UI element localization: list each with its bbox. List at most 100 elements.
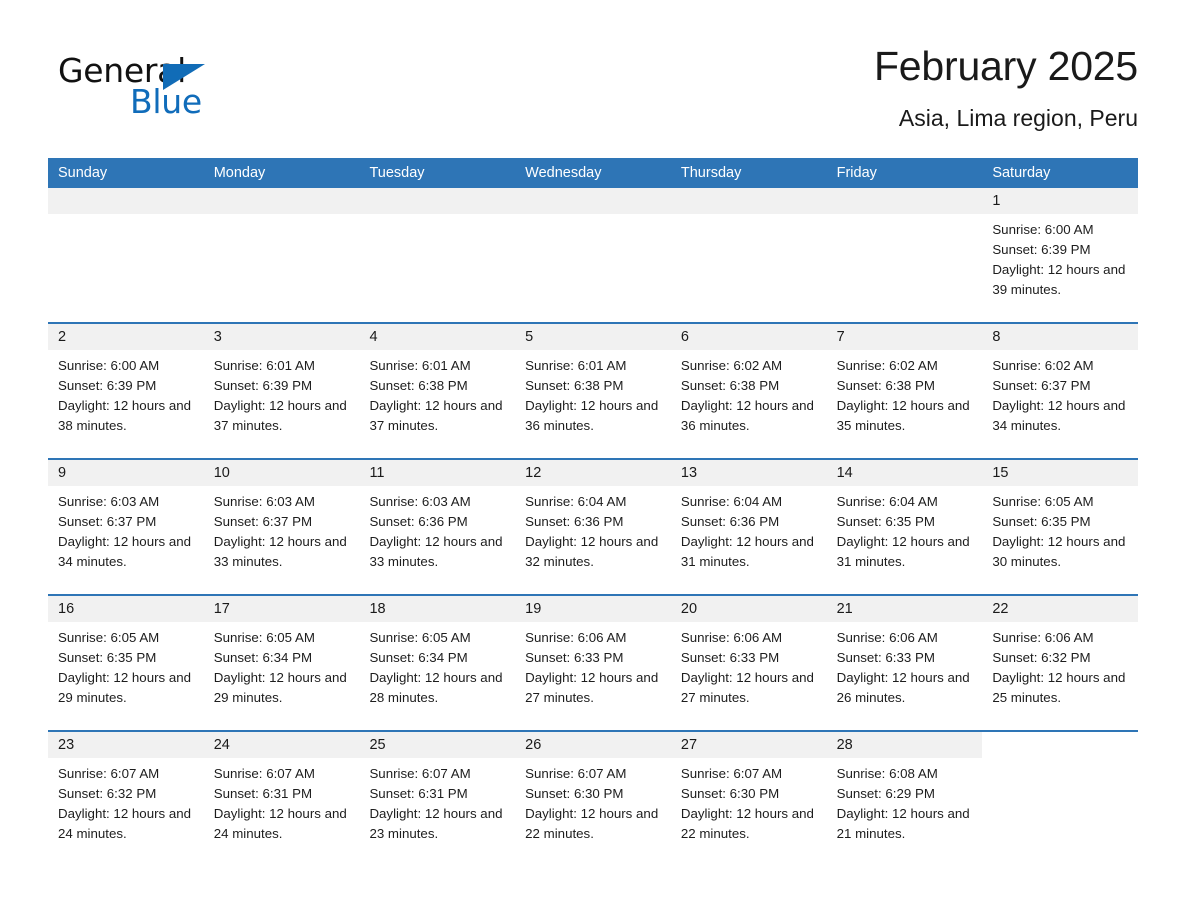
weekday-header-thursday: Thursday	[680, 165, 742, 181]
calendar-day-cell[interactable]: 13 Sunrise: 6:04 AM Sunset: 6:36 PM Dayligh…	[670, 460, 827, 594]
calendar-day-cell[interactable]: 19 Sunrise: 6:06 AM Sunset: 6:33 PM Dayligh…	[515, 596, 671, 730]
sunset-text: Sunset: 6:38 PM	[525, 378, 624, 393]
day-number	[203, 188, 360, 214]
calendar-day-cell[interactable]: 4 Sunrise: 6:01 AM Sunset: 6:38 PM Daylight…	[359, 324, 516, 458]
sunset-text: Sunset: 6:36 PM	[369, 514, 468, 529]
sunset-text: Sunset: 6:35 PM	[992, 514, 1091, 529]
day-number	[515, 188, 671, 214]
sunset-text: Sunset: 6:30 PM	[680, 786, 780, 801]
day-number: 14	[826, 460, 983, 486]
daylight-text: Daylight: 12 hours and 31 minutes.	[836, 534, 970, 569]
day-details: Sunrise: 6:07 AM Sunset: 6:32 PM Daylight:…	[48, 758, 204, 844]
calendar-day-cell[interactable]: 17 Sunrise: 6:05 AM Sunset: 6:34 PM Dayligh…	[203, 596, 360, 730]
calendar-day-cell[interactable]: 3 Sunrise: 6:01 AM Sunset: 6:39 PM Daylight…	[203, 324, 360, 458]
calendar-day-cell[interactable]: 26 Sunrise: 6:07 AM Sunset: 6:30 PM Dayligh…	[515, 732, 671, 866]
calendar-day-cell[interactable]: 5 Sunrise: 6:01 AM Sunset: 6:38 PM Daylight…	[515, 324, 671, 458]
sunset-text: Sunset: 6:38 PM	[369, 378, 468, 393]
calendar-day-cell[interactable]: 2 Sunrise: 6:00 AM Sunset: 6:39 PM Daylight…	[48, 324, 204, 458]
sunrise-text: Sunrise: 6:07 AM	[369, 766, 471, 781]
day-details: Sunrise: 6:05 AM Sunset: 6:34 PM Daylight:…	[204, 622, 360, 708]
daylight-text: Daylight: 12 hours and 22 minutes.	[525, 806, 659, 841]
sunrise-text: Sunrise: 6:03 AM	[58, 494, 160, 509]
day-number: 26	[515, 732, 671, 758]
day-number: 7	[826, 324, 983, 350]
day-number: 1	[982, 188, 1139, 214]
daylight-text: Daylight: 12 hours and 33 minutes.	[213, 534, 347, 569]
sunset-text: Sunset: 6:32 PM	[58, 786, 157, 801]
day-details: Sunrise: 6:05 AM Sunset: 6:34 PM Daylight:…	[359, 622, 515, 708]
day-number: 23	[48, 732, 204, 758]
day-details: Sunrise: 6:01 AM Sunset: 6:38 PM Daylight:…	[515, 350, 671, 436]
sunset-text: Sunset: 6:36 PM	[525, 514, 624, 529]
day-number: 27	[670, 732, 827, 758]
calendar-day-cell-empty	[48, 188, 204, 322]
day-number: 8	[982, 324, 1139, 350]
day-details: Sunrise: 6:01 AM Sunset: 6:39 PM Daylight:…	[204, 350, 360, 436]
calendar-day-cell[interactable]: 15 Sunrise: 6:05 AM Sunset: 6:35 PM Dayligh…	[982, 460, 1139, 594]
calendar-day-cell-empty	[203, 188, 360, 322]
daylight-text: Daylight: 12 hours and 36 minutes.	[680, 398, 814, 433]
sunset-text: Sunset: 6:37 PM	[992, 378, 1091, 393]
daylight-text: Daylight: 12 hours and 24 minutes.	[58, 806, 192, 841]
sunrise-text: Sunrise: 6:03 AM	[369, 494, 471, 509]
sunset-text: Sunset: 6:34 PM	[213, 650, 313, 665]
location-subtitle: Asia, Lima region, Peru	[898, 105, 1138, 131]
day-details: Sunrise: 6:05 AM Sunset: 6:35 PM Daylight:…	[48, 622, 204, 708]
calendar-grid: Sunday Monday Tuesday Wednesday Thursday…	[48, 158, 1139, 866]
calendar-day-cell[interactable]: 18 Sunrise: 6:05 AM Sunset: 6:34 PM Dayligh…	[359, 596, 516, 730]
calendar-day-cell[interactable]: 24 Sunrise: 6:07 AM Sunset: 6:31 PM Dayligh…	[203, 732, 360, 866]
day-details: Sunrise: 6:02 AM Sunset: 6:38 PM Daylight:…	[671, 350, 827, 436]
sunrise-text: Sunrise: 6:06 AM	[992, 630, 1094, 645]
sunrise-text: Sunrise: 6:01 AM	[213, 358, 315, 373]
day-number	[359, 188, 516, 214]
sunset-text: Sunset: 6:34 PM	[369, 650, 468, 665]
calendar-day-cell[interactable]: 23 Sunrise: 6:07 AM Sunset: 6:32 PM Dayligh…	[48, 732, 204, 866]
calendar-day-cell[interactable]: 7 Sunrise: 6:02 AM Sunset: 6:38 PM Daylight…	[826, 324, 983, 458]
calendar-day-cell[interactable]: 20 Sunrise: 6:06 AM Sunset: 6:33 PM Dayligh…	[670, 596, 827, 730]
day-details: Sunrise: 6:07 AM Sunset: 6:31 PM Daylight:…	[359, 758, 515, 844]
day-details: Sunrise: 6:03 AM Sunset: 6:37 PM Daylight:…	[48, 486, 204, 572]
sunset-text: Sunset: 6:37 PM	[213, 514, 313, 529]
day-number: 4	[359, 324, 516, 350]
sunset-text: Sunset: 6:39 PM	[58, 378, 157, 393]
calendar-day-cell[interactable]: 11 Sunrise: 6:03 AM Sunset: 6:36 PM Dayligh…	[359, 460, 516, 594]
daylight-text: Daylight: 12 hours and 28 minutes.	[369, 670, 503, 705]
day-details: Sunrise: 6:06 AM Sunset: 6:33 PM Daylight:…	[827, 622, 983, 708]
sunrise-text: Sunrise: 6:06 AM	[680, 630, 783, 645]
sunset-text: Sunset: 6:33 PM	[836, 650, 935, 665]
daylight-text: Daylight: 12 hours and 38 minutes.	[58, 398, 192, 433]
calendar-day-cell[interactable]: 27 Sunrise: 6:07 AM Sunset: 6:30 PM Dayligh…	[670, 732, 827, 866]
sunrise-text: Sunrise: 6:07 AM	[58, 766, 160, 781]
day-details: Sunrise: 6:06 AM Sunset: 6:33 PM Daylight:…	[515, 622, 671, 708]
day-details: Sunrise: 6:03 AM Sunset: 6:37 PM Daylight:…	[204, 486, 360, 572]
daylight-text: Daylight: 12 hours and 26 minutes.	[836, 670, 970, 705]
sunrise-text: Sunrise: 6:00 AM	[58, 358, 160, 373]
daylight-text: Daylight: 12 hours and 34 minutes.	[992, 398, 1126, 433]
sunset-text: Sunset: 6:35 PM	[58, 650, 157, 665]
calendar-day-cell[interactable]: 10 Sunrise: 6:03 AM Sunset: 6:37 PM Dayligh…	[203, 460, 360, 594]
day-details: Sunrise: 6:07 AM Sunset: 6:30 PM Daylight:…	[515, 758, 671, 844]
calendar-day-cell[interactable]: 12 Sunrise: 6:04 AM Sunset: 6:36 PM Dayligh…	[515, 460, 671, 594]
calendar-day-cell[interactable]: 16 Sunrise: 6:05 AM Sunset: 6:35 PM Dayligh…	[48, 596, 204, 730]
calendar-day-cell[interactable]: 22 Sunrise: 6:06 AM Sunset: 6:32 PM Dayligh…	[982, 596, 1139, 730]
daylight-text: Daylight: 12 hours and 21 minutes.	[836, 806, 970, 841]
calendar-day-cell[interactable]: 21 Sunrise: 6:06 AM Sunset: 6:33 PM Dayligh…	[826, 596, 983, 730]
calendar-day-cell[interactable]: 25 Sunrise: 6:07 AM Sunset: 6:31 PM Dayligh…	[359, 732, 516, 866]
calendar-day-cell[interactable]: 14 Sunrise: 6:04 AM Sunset: 6:35 PM Dayligh…	[826, 460, 983, 594]
day-number: 13	[670, 460, 827, 486]
calendar-day-cell[interactable]: 8 Sunrise: 6:02 AM Sunset: 6:37 PM Daylight…	[982, 324, 1139, 458]
day-details: Sunrise: 6:07 AM Sunset: 6:30 PM Daylight:…	[671, 758, 827, 844]
day-details: Sunrise: 6:04 AM Sunset: 6:36 PM Daylight:…	[671, 486, 827, 572]
calendar-day-cell[interactable]: 6 Sunrise: 6:02 AM Sunset: 6:38 PM Daylight…	[670, 324, 827, 458]
sunset-text: Sunset: 6:33 PM	[525, 650, 624, 665]
sunset-text: Sunset: 6:31 PM	[213, 786, 313, 801]
calendar-day-cell[interactable]: 9 Sunrise: 6:03 AM Sunset: 6:37 PM Daylight…	[48, 460, 204, 594]
general-blue-logo[interactable]: General Blue	[58, 52, 258, 132]
day-details: Sunrise: 6:02 AM Sunset: 6:37 PM Daylight:…	[982, 350, 1138, 436]
weekday-header-tuesday: Tuesday	[369, 165, 425, 181]
sunrise-text: Sunrise: 6:00 AM	[992, 222, 1094, 237]
calendar-day-cell[interactable]: 1 Sunrise: 6:00 AM Sunset: 6:39 PM Daylight…	[982, 188, 1139, 322]
calendar-day-cell[interactable]: 28 Sunrise: 6:08 AM Sunset: 6:29 PM Dayligh…	[826, 732, 983, 866]
sunset-text: Sunset: 6:32 PM	[992, 650, 1091, 665]
day-number: 11	[359, 460, 516, 486]
